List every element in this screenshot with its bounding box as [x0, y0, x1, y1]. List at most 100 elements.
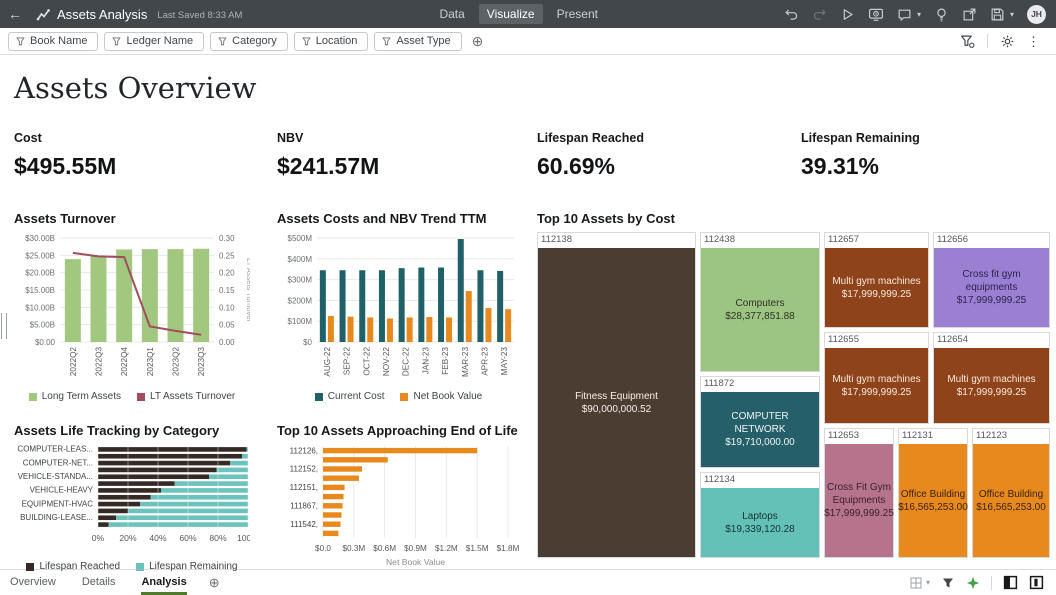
filter-pill-asset-type[interactable]: Asset Type [374, 32, 461, 51]
stack-remaining-row9[interactable] [140, 502, 248, 507]
costs-nbv-plot[interactable]: $0$100M$200M$300M$400M$500MAUG-22SEP-22O… [277, 230, 520, 380]
bar-asset-row3[interactable] [323, 466, 362, 471]
kpi-lifespan-remaining[interactable]: Lifespan Remaining39.31% [801, 131, 920, 180]
kebab-menu-icon[interactable]: ⋮ [1027, 35, 1040, 48]
stack-remaining-row11[interactable] [116, 515, 248, 520]
filter-pill-location[interactable]: Location [294, 32, 369, 51]
stack-remaining-row8[interactable] [151, 495, 249, 500]
auto-insights-spark-icon[interactable] [966, 576, 980, 590]
stack-reached-row12[interactable] [98, 522, 109, 527]
topbar-tab-visualize[interactable]: Visualize [479, 4, 543, 24]
treemap-tile-112438[interactable]: 112438Computers $28,377,851.88 [700, 232, 820, 372]
chart-life-tracking[interactable]: Assets Life Tracking by CategoryCOMPUTER… [14, 423, 250, 569]
stack-remaining-row2[interactable] [242, 454, 248, 459]
chart-end-of-life[interactable]: Top 10 Assets Approaching End of Life$0.… [277, 423, 520, 569]
stack-reached-row10[interactable] [98, 509, 128, 514]
kpi-nbv[interactable]: NBV$241.57M [277, 131, 379, 180]
bar-net-book-value-may-23[interactable] [505, 309, 511, 342]
legend-lifespan-remaining[interactable]: Lifespan Remaining [136, 561, 237, 572]
treemap-tile-112134[interactable]: 112134Laptops $19,339,120.28 [700, 472, 820, 558]
bar-current-cost-apr-23[interactable] [477, 270, 483, 342]
life-tracking-plot[interactable]: COMPUTER-LEAS...COMPUTER-NET...VEHICLE-S… [14, 442, 250, 550]
bar-current-cost-sep-22[interactable] [340, 270, 346, 342]
bar-asset-row1[interactable] [323, 448, 477, 453]
treemap-tile-112655[interactable]: 112655Multi gym machines $17,999,999.25 [824, 332, 929, 424]
bar-current-cost-oct-22[interactable] [359, 270, 365, 342]
kpi-cost[interactable]: Cost$495.55M [14, 131, 116, 180]
stack-reached-row1[interactable] [98, 447, 247, 452]
limit-values-icon[interactable] [960, 34, 975, 49]
comment-caret-icon[interactable]: ▾ [917, 10, 921, 19]
insights-bulb-icon[interactable] [934, 7, 949, 22]
stack-remaining-row4[interactable] [217, 468, 249, 473]
export-icon[interactable] [962, 7, 977, 22]
stack-reached-row11[interactable] [98, 515, 116, 520]
treemap-tile-112123[interactable]: 112123Office Building $16,565,253.00 [972, 428, 1050, 558]
treemap-tile-112656[interactable]: 112656Cross fit gym equipments $17,999,9… [933, 232, 1050, 328]
canvas-tab-analysis[interactable]: Analysis [141, 570, 186, 595]
stack-reached-row9[interactable] [98, 502, 140, 507]
schedule-icon[interactable] [868, 7, 884, 22]
treemap-tile-112653[interactable]: 112653Cross Fit Gym Equipments $17,999,9… [824, 428, 894, 558]
end-of-life-plot[interactable]: $0.0$0.3M$0.6M$0.9M$1.2M$1.5M$1.8M112126… [277, 442, 520, 570]
stack-remaining-row6[interactable] [175, 481, 249, 486]
back-button[interactable]: ← [0, 0, 30, 28]
add-canvas-icon[interactable]: ⊕ [209, 575, 220, 591]
bar-asset-row10[interactable] [323, 531, 338, 536]
treemap-tile-112138[interactable]: 112138Fitness Equipment $90,000,000.52 [537, 232, 696, 558]
stack-reached-row8[interactable] [98, 495, 151, 500]
bar-current-cost-mar-23[interactable] [458, 239, 464, 342]
bar-2022Q2[interactable] [65, 259, 81, 342]
bar-asset-row8[interactable] [323, 512, 342, 517]
bar-current-cost-jan-23[interactable] [418, 268, 424, 342]
topbar-tab-data[interactable]: Data [431, 4, 472, 24]
canvas-tab-details[interactable]: Details [82, 570, 116, 595]
assets-turnover-plot[interactable]: $0.000.00$5.00B0.05$10.00B0.10$15.00B0.1… [14, 230, 250, 380]
legend-net-book-value[interactable]: Net Book Value [400, 391, 482, 402]
legend-long-term-assets[interactable]: Long Term Assets [29, 391, 121, 402]
bar-2022Q3[interactable] [91, 256, 107, 342]
bar-net-book-value-dec-22[interactable] [407, 317, 413, 342]
stack-remaining-row3[interactable] [230, 461, 248, 466]
bar-asset-row5[interactable] [323, 485, 345, 490]
bar-2023Q2[interactable] [168, 249, 184, 342]
layout-grid-icon[interactable] [909, 576, 923, 590]
panel-drag-handle[interactable] [1, 313, 7, 339]
bar-current-cost-nov-22[interactable] [379, 270, 385, 342]
stack-reached-row2[interactable] [98, 454, 242, 459]
redo-icon[interactable] [812, 7, 827, 22]
chart-top-assets-by-cost[interactable]: Top 10 Assets by Cost112138Fitness Equip… [537, 211, 1050, 561]
save-icon[interactable] [990, 7, 1005, 22]
bar-asset-row4[interactable] [323, 476, 359, 481]
kpi-lifespan-reached[interactable]: Lifespan Reached60.69% [537, 131, 644, 180]
stack-remaining-row12[interactable] [109, 522, 249, 527]
filter-pill-book-name[interactable]: Book Name [8, 32, 98, 51]
canvas-tab-overview[interactable]: Overview [10, 570, 56, 595]
bar-current-cost-dec-22[interactable] [399, 268, 405, 342]
filter-pill-ledger-name[interactable]: Ledger Name [104, 32, 204, 51]
bar-asset-row6[interactable] [323, 494, 344, 499]
left-panel-toggle-icon[interactable] [1003, 575, 1018, 590]
bar-net-book-value-feb-23[interactable] [446, 317, 452, 342]
stack-reached-row4[interactable] [98, 468, 217, 473]
treemap-tile-111872[interactable]: 111872COMPUTER NETWORK $19,710,000.00 [700, 376, 820, 468]
bar-asset-row9[interactable] [323, 522, 340, 527]
bar-current-cost-aug-22[interactable] [320, 270, 326, 342]
save-caret-icon[interactable]: ▾ [1010, 10, 1014, 19]
bar-net-book-value-nov-22[interactable] [387, 318, 393, 342]
canvas-settings-gear-icon[interactable] [1000, 34, 1015, 49]
stack-reached-row7[interactable] [98, 488, 161, 493]
bar-2023Q3[interactable] [193, 249, 209, 342]
layout-caret-icon[interactable]: ▾ [926, 578, 930, 587]
bar-net-book-value-apr-23[interactable] [485, 308, 491, 342]
legend-lifespan-reached[interactable]: Lifespan Reached [26, 561, 120, 572]
bar-current-cost-feb-23[interactable] [438, 268, 444, 342]
chart-costs-nbv-trend[interactable]: Assets Costs and NBV Trend TTM$0$100M$20… [277, 211, 520, 417]
treemap-tile-112657[interactable]: 112657Multi gym machines $17,999,999.25 [824, 232, 929, 328]
treemap-tile-112131[interactable]: 112131Office Building $16,565,253.00 [898, 428, 968, 558]
stack-reached-row6[interactable] [98, 481, 175, 486]
treemap-tile-112654[interactable]: 112654Multi gym machines $17,999,999.25 [933, 332, 1050, 424]
canvas-filter-icon[interactable] [941, 576, 955, 590]
add-filter-icon[interactable]: ⊕ [472, 33, 484, 50]
bar-asset-row2[interactable] [323, 457, 388, 462]
